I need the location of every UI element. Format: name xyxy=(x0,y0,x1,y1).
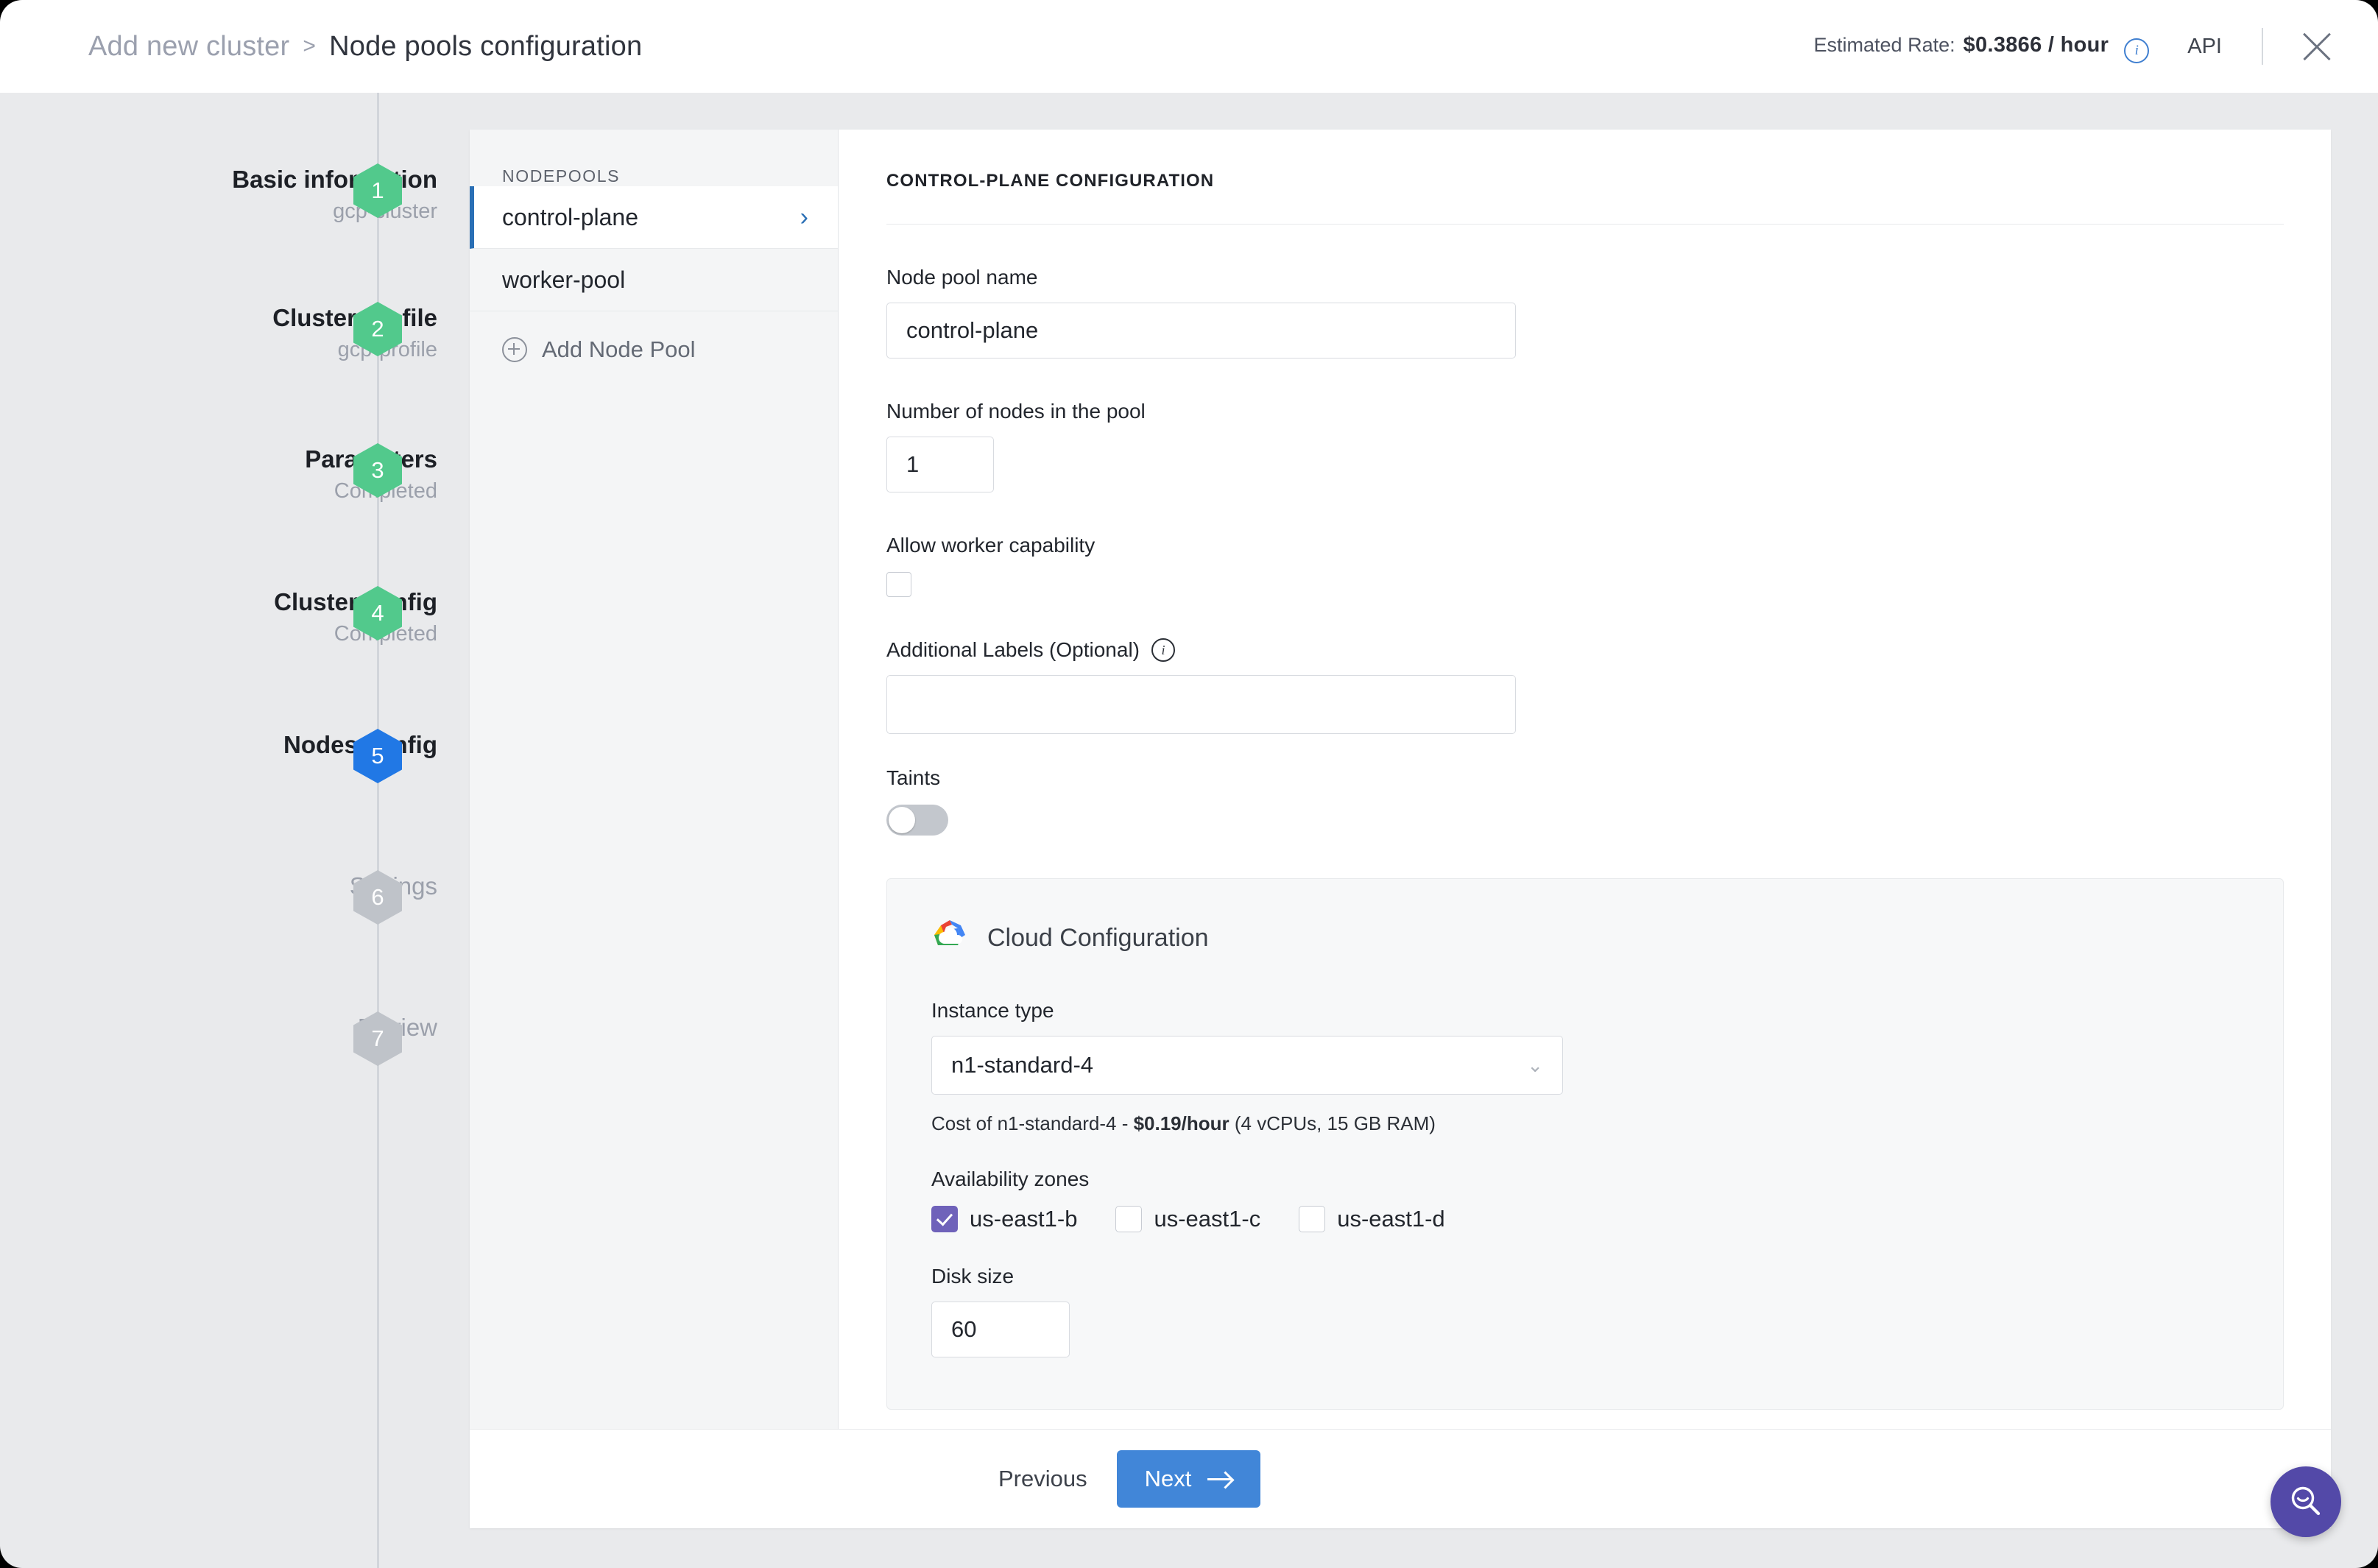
instance-cost-suffix: (4 vCPUs, 15 GB RAM) xyxy=(1229,1112,1436,1134)
nodepool-item-label: worker-pool xyxy=(502,266,626,293)
sidebar-step-basic-information[interactable]: Basic information gcp-cluster 1 xyxy=(0,163,471,230)
worker-capability-checkbox[interactable] xyxy=(886,572,911,597)
additional-labels-info-icon[interactable]: i xyxy=(1151,638,1175,662)
previous-button[interactable]: Previous xyxy=(994,1458,1092,1500)
additional-labels-row: Additional Labels (Optional) i xyxy=(886,638,2284,662)
nodepool-item-label: control-plane xyxy=(502,203,638,230)
add-node-pool-button[interactable]: Add Node Pool xyxy=(470,311,838,363)
checkbox-icon xyxy=(1299,1206,1326,1232)
wizard-footer: Previous Next xyxy=(470,1429,2331,1528)
content-card: NODEPOOLS control-plane › worker-pool Ad… xyxy=(470,130,2331,1528)
worker-capability-label: Allow worker capability xyxy=(886,534,1095,557)
add-node-pool-label: Add Node Pool xyxy=(542,336,696,362)
toggle-knob xyxy=(889,807,915,833)
estimated-rate-value: $0.3866 / hour xyxy=(1963,32,2109,57)
arrow-right-icon xyxy=(1207,1472,1232,1486)
breadcrumb-current: Node pools configuration xyxy=(329,30,643,62)
header-actions: Estimated Rate: $0.3866 / hour i API xyxy=(1814,28,2335,65)
nodepool-item-worker-pool[interactable]: worker-pool xyxy=(470,249,838,311)
checkbox-icon xyxy=(1115,1206,1143,1232)
instance-type-value: n1-standard-4 xyxy=(951,1052,1094,1078)
next-button-label: Next xyxy=(1144,1466,1192,1491)
nodepools-panel: NODEPOOLS control-plane › worker-pool Ad… xyxy=(470,130,839,1429)
step-title: Basic information xyxy=(232,166,437,193)
search-icon xyxy=(2291,1486,2321,1516)
cloud-configuration-header: Cloud Configuration xyxy=(931,919,2239,958)
additional-labels-label: Additional Labels (Optional) xyxy=(886,638,1140,661)
form-section-title: CONTROL-PLANE CONFIGURATION xyxy=(886,171,2284,225)
sidebar-step-nodes-config[interactable]: Nodes config 5 xyxy=(0,729,471,795)
node-count-input[interactable]: 1 xyxy=(886,437,994,492)
google-cloud-icon xyxy=(931,919,968,958)
instance-cost-line: Cost of n1-standard-4 - $0.19/hour (4 vC… xyxy=(931,1112,2239,1135)
nodepool-form: CONTROL-PLANE CONFIGURATION Node pool na… xyxy=(839,130,2331,1429)
chevron-down-icon: ⌄ xyxy=(1527,1053,1543,1076)
disk-size-label: Disk size xyxy=(931,1265,1015,1288)
node-pool-name-label: Node pool name xyxy=(886,266,1038,289)
sidebar-step-cluster-profile[interactable]: Cluster profile gcp-profile 2 xyxy=(0,302,471,368)
taints-label: Taints xyxy=(886,766,941,789)
zone-checkbox-us-east1-b[interactable]: us-east1-b xyxy=(931,1206,1077,1232)
search-fab-button[interactable] xyxy=(2271,1466,2341,1537)
taints-toggle[interactable] xyxy=(886,805,948,836)
breadcrumb-separator-icon: > xyxy=(303,34,317,58)
zone-checkbox-us-east1-c[interactable]: us-east1-c xyxy=(1115,1206,1260,1232)
checkbox-icon xyxy=(931,1206,958,1232)
availability-zones-group: us-east1-b us-east1-c us-east1-d xyxy=(931,1206,2239,1232)
wizard-stepper: Basic information gcp-cluster 1 Cluster … xyxy=(0,93,471,1568)
chevron-right-icon: › xyxy=(800,203,808,231)
zone-label: us-east1-d xyxy=(1337,1206,1445,1232)
sidebar-step-review[interactable]: Review 7 xyxy=(0,1011,471,1078)
nodepools-panel-title: NODEPOOLS xyxy=(502,166,621,186)
cloud-configuration-section: Cloud Configuration Instance type n1-sta… xyxy=(886,878,2284,1410)
instance-type-select[interactable]: n1-standard-4 ⌄ xyxy=(931,1036,1563,1095)
breadcrumb-parent[interactable]: Add new cluster xyxy=(88,31,289,63)
instance-cost-prefix: Cost of n1-standard-4 - xyxy=(931,1112,1134,1134)
rate-info-icon[interactable]: i xyxy=(2124,38,2150,63)
sidebar-step-settings[interactable]: Settings 6 xyxy=(0,870,471,936)
header-bar: Add new cluster > Node pools configurati… xyxy=(0,0,2378,93)
step-subtitle: gcp-cluster xyxy=(232,199,437,224)
estimated-rate: Estimated Rate: $0.3866 / hour i xyxy=(1813,32,2150,63)
zone-label: us-east1-b xyxy=(970,1206,1078,1232)
availability-zones-label: Availability zones xyxy=(931,1168,1090,1190)
plus-circle-icon xyxy=(502,337,527,362)
disk-size-input[interactable]: 60 xyxy=(931,1302,1070,1357)
breadcrumb: Add new cluster > Node pools configurati… xyxy=(88,31,642,63)
close-icon[interactable] xyxy=(2298,28,2335,65)
estimated-rate-label: Estimated Rate: xyxy=(1813,33,1955,56)
sidebar-step-cluster-config[interactable]: Cluster config Completed 4 xyxy=(0,586,471,652)
cloud-configuration-title: Cloud Configuration xyxy=(987,924,1209,952)
nodepool-item-control-plane[interactable]: control-plane › xyxy=(470,186,838,249)
sidebar-step-parameters[interactable]: Parameters Completed 3 xyxy=(0,443,471,509)
node-pool-name-input[interactable]: control-plane xyxy=(886,303,1516,359)
node-count-label: Number of nodes in the pool xyxy=(886,400,1146,423)
header-divider xyxy=(2262,28,2263,65)
zone-label: us-east1-c xyxy=(1154,1206,1261,1232)
additional-labels-input[interactable] xyxy=(886,675,1516,734)
app-window: Add new cluster > Node pools configurati… xyxy=(0,0,2378,1568)
instance-cost-value: $0.19/hour xyxy=(1133,1112,1229,1134)
instance-type-label: Instance type xyxy=(931,999,1054,1022)
zone-checkbox-us-east1-d[interactable]: us-east1-d xyxy=(1299,1206,1445,1232)
next-button[interactable]: Next xyxy=(1116,1450,1261,1508)
api-link[interactable]: API xyxy=(2187,35,2222,59)
